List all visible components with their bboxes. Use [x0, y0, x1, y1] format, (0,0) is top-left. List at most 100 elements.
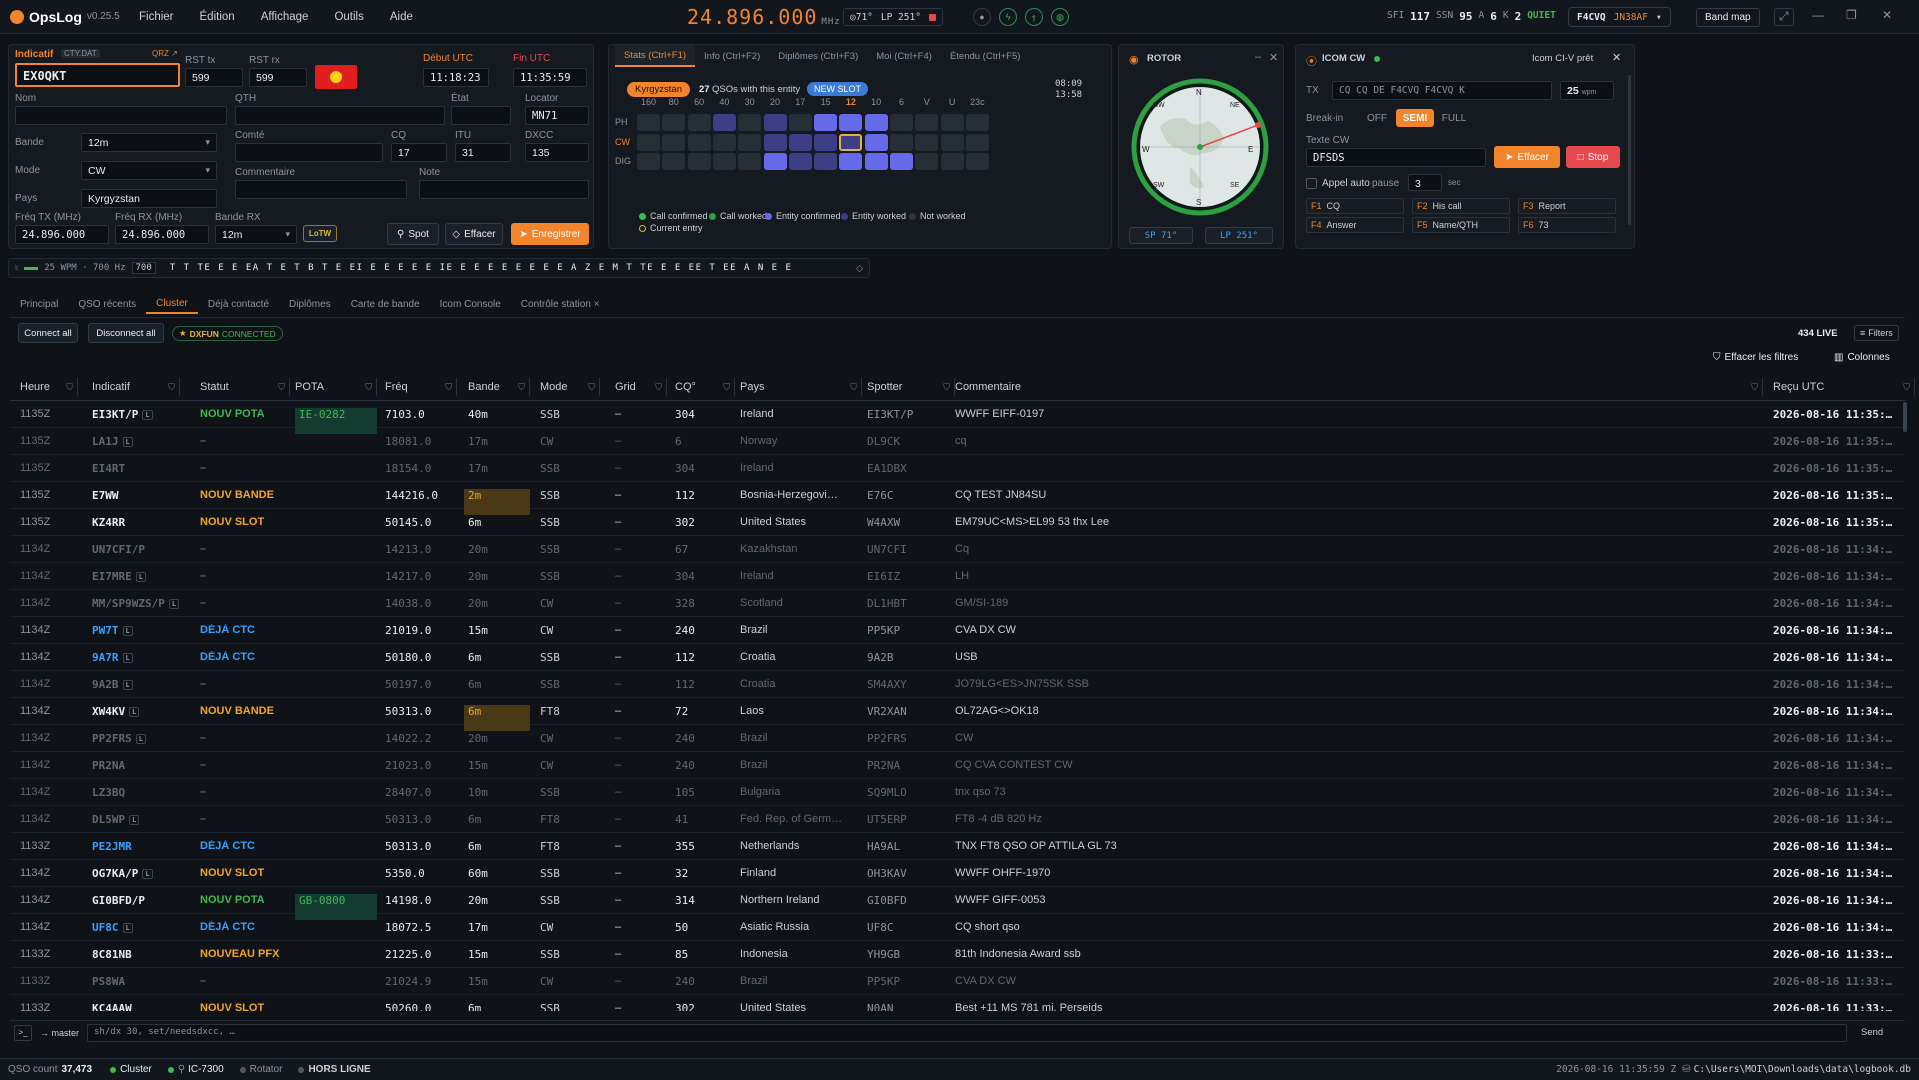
- table-row[interactable]: 1134Z OG7KA/P L NOUV SLOT 5350.0 60m SSB – 32 Fin…: [10, 860, 1905, 887]
- table-row[interactable]: 1134Z UN7CFI/P – 14213.0 20m SSB – 67 Kazakhstan…: [10, 536, 1905, 563]
- spotter-cell[interactable]: EA1DBX: [867, 462, 955, 475]
- spotter-cell[interactable]: PP5KP: [867, 975, 955, 988]
- table-row[interactable]: 1133Z KC4AAW NOUV SLOT 50260.0 6m SSB – 302 Unit…: [10, 995, 1905, 1011]
- column-header[interactable]: Heure ⛉: [20, 378, 78, 396]
- close-icon[interactable]: ✕: [1882, 8, 1892, 22]
- band-mode-cell[interactable]: [788, 114, 812, 131]
- column-header[interactable]: Grid ⛉: [615, 378, 667, 396]
- table-row[interactable]: 1134Z DL5WP L – 50313.0 6m FT8 – 41 Fed. Rep. of …: [10, 806, 1905, 833]
- band-mode-cell[interactable]: [890, 114, 913, 131]
- band-mode-cell[interactable]: [965, 153, 989, 170]
- tab-icom-console[interactable]: Icom Console: [430, 294, 511, 314]
- table-scrollbar[interactable]: [1903, 402, 1907, 432]
- callsign-cell[interactable]: DL5WP L: [92, 813, 180, 826]
- disconnect-all-button[interactable]: Disconnect all: [88, 323, 164, 343]
- table-row[interactable]: 1133Z PS8WA – 21024.9 15m CW – 240 Brazil PP5KP CV…: [10, 968, 1905, 995]
- band-mode-cell[interactable]: [915, 114, 939, 131]
- spotter-cell[interactable]: SM4AXY: [867, 678, 955, 691]
- cw-macro-button[interactable]: F3 Report: [1518, 198, 1616, 214]
- lotw-badge[interactable]: LoTW: [303, 225, 337, 242]
- filter-icon[interactable]: ⛉: [66, 382, 77, 393]
- filter-icon[interactable]: ⛉: [655, 382, 666, 393]
- callsign-cell[interactable]: EI3KT/P L: [92, 408, 180, 421]
- maximize-icon[interactable]: ❐: [1846, 8, 1857, 22]
- save-button[interactable]: ➤ Enregistrer: [511, 223, 589, 245]
- column-header[interactable]: Bande ⛉: [468, 378, 530, 396]
- state-input[interactable]: [451, 106, 511, 125]
- column-header[interactable]: Mode ⛉: [540, 378, 600, 396]
- dxcc-input[interactable]: 135: [525, 143, 589, 162]
- minimize-icon[interactable]: —: [1812, 8, 1824, 22]
- spotter-cell[interactable]: VR2XAN: [867, 705, 955, 718]
- county-input[interactable]: [235, 143, 383, 162]
- freq-rx-input[interactable]: 24.896.000: [115, 225, 209, 244]
- callsign-cell[interactable]: PE2JMR: [92, 840, 180, 853]
- spotter-cell[interactable]: DL9CK: [867, 435, 955, 448]
- band-mode-cell[interactable]: [687, 153, 711, 170]
- clear-filters-button[interactable]: ⛉ Effacer les filtres: [1713, 352, 1798, 363]
- cluster-status[interactable]: Cluster: [120, 1064, 152, 1075]
- callsign-cell[interactable]: PW7T L: [92, 624, 180, 637]
- table-row[interactable]: 1135Z LA1J L – 18081.0 17m CW – 6 Norway DL9CK cq 20…: [10, 428, 1905, 455]
- band-map-button[interactable]: Band map: [1696, 8, 1760, 27]
- minimize-icon[interactable]: –: [1255, 51, 1261, 63]
- auto-call-checkbox[interactable]: [1306, 178, 1317, 189]
- band-mode-cell[interactable]: [940, 114, 964, 131]
- columns-button[interactable]: ▥ Colonnes: [1834, 352, 1890, 363]
- tab-cluster[interactable]: Cluster: [146, 294, 198, 314]
- menu-aide[interactable]: Aide: [390, 11, 413, 23]
- cw-stop-button[interactable]: □ Stop: [1566, 146, 1620, 168]
- filter-icon[interactable]: ⛉: [850, 382, 861, 393]
- spotter-cell[interactable]: UN7CFI: [867, 543, 955, 556]
- band-mode-cell[interactable]: [864, 114, 888, 131]
- spotter-cell[interactable]: PP2FRS: [867, 732, 955, 745]
- country-input[interactable]: Kyrgyzstan: [81, 189, 217, 208]
- band-mode-cell[interactable]: [712, 114, 736, 131]
- spotter-cell[interactable]: W4AXW: [867, 516, 955, 529]
- table-row[interactable]: 1134Z PR2NA –21023.0 15m CW –240 Brazil PR2NA CQ…: [10, 752, 1905, 779]
- name-input[interactable]: [15, 106, 227, 125]
- rst-rx-input[interactable]: 599: [249, 68, 307, 87]
- callsign-cell[interactable]: UF8C L: [92, 921, 180, 934]
- band-mode-cell[interactable]: [814, 153, 838, 170]
- table-row[interactable]: 1134Z GI0BFD/P NOUV POTA GB-0800 14198.0 20m S…: [10, 887, 1905, 920]
- tab-moi[interactable]: Moi (Ctrl+F4): [867, 45, 941, 67]
- qth-input[interactable]: [235, 106, 445, 125]
- spotter-cell[interactable]: UT5ERP: [867, 813, 955, 826]
- callsign-cell[interactable]: LZ3BQ: [92, 786, 180, 799]
- callsign-cell[interactable]: EI7MRE L: [92, 570, 180, 583]
- comment-input[interactable]: [235, 180, 407, 199]
- table-row[interactable]: 1135Z EI3KT/P L NOUV POTA IE-0282 7103.0 40m SS…: [10, 401, 1905, 434]
- table-row[interactable]: 1134Z PP2FRS L –14022.2 20m CW –240 Brazil PP2FR…: [10, 725, 1905, 752]
- tab-principal[interactable]: Principal: [10, 294, 68, 314]
- band-mode-cell[interactable]: [687, 133, 711, 151]
- band-mode-cell[interactable]: [662, 153, 686, 170]
- callsign-cell[interactable]: GI0BFD/P: [92, 894, 180, 907]
- table-row[interactable]: 1134Z MM/SP9WZS/P L – 14038.0 20m CW – 328 Scotla…: [10, 590, 1905, 617]
- menu-outils[interactable]: Outils: [334, 11, 363, 23]
- spotter-cell[interactable]: PR2NA: [867, 759, 955, 772]
- filter-icon[interactable]: ⛉: [723, 382, 734, 393]
- filter-icon[interactable]: ⛉: [168, 382, 179, 393]
- band-mode-cell[interactable]: [965, 133, 989, 151]
- spotter-cell[interactable]: E76C: [867, 489, 955, 502]
- column-header[interactable]: Fréq ⛉: [385, 378, 457, 396]
- rotor-lp-button[interactable]: LP 251°: [1205, 227, 1273, 244]
- spotter-cell[interactable]: EI3KT/P: [867, 408, 955, 421]
- stop-icon[interactable]: [928, 13, 936, 21]
- cw-clear-button[interactable]: ➤ Effacer: [1494, 146, 1560, 168]
- close-icon[interactable]: ✕: [1612, 51, 1621, 64]
- start-utc-input[interactable]: 11:18:23: [423, 68, 489, 87]
- band-mode-cell[interactable]: [839, 114, 863, 131]
- band-mode-cell[interactable]: [763, 133, 787, 151]
- callsign-cell[interactable]: 9A2B L: [92, 678, 180, 691]
- spotter-cell[interactable]: OH3KAV: [867, 867, 955, 880]
- band-mode-cell[interactable]: [738, 153, 762, 170]
- band-mode-cell[interactable]: [890, 133, 913, 151]
- menu-edition[interactable]: Édition: [200, 11, 235, 23]
- expand-icon[interactable]: ⤢: [1774, 8, 1794, 26]
- band-mode-cell[interactable]: [763, 114, 787, 131]
- cw-macro-button[interactable]: F1 CQ: [1306, 198, 1404, 214]
- column-header[interactable]: Spotter ⛉: [867, 378, 955, 396]
- callsign-cell[interactable]: MM/SP9WZS/P L: [92, 597, 180, 610]
